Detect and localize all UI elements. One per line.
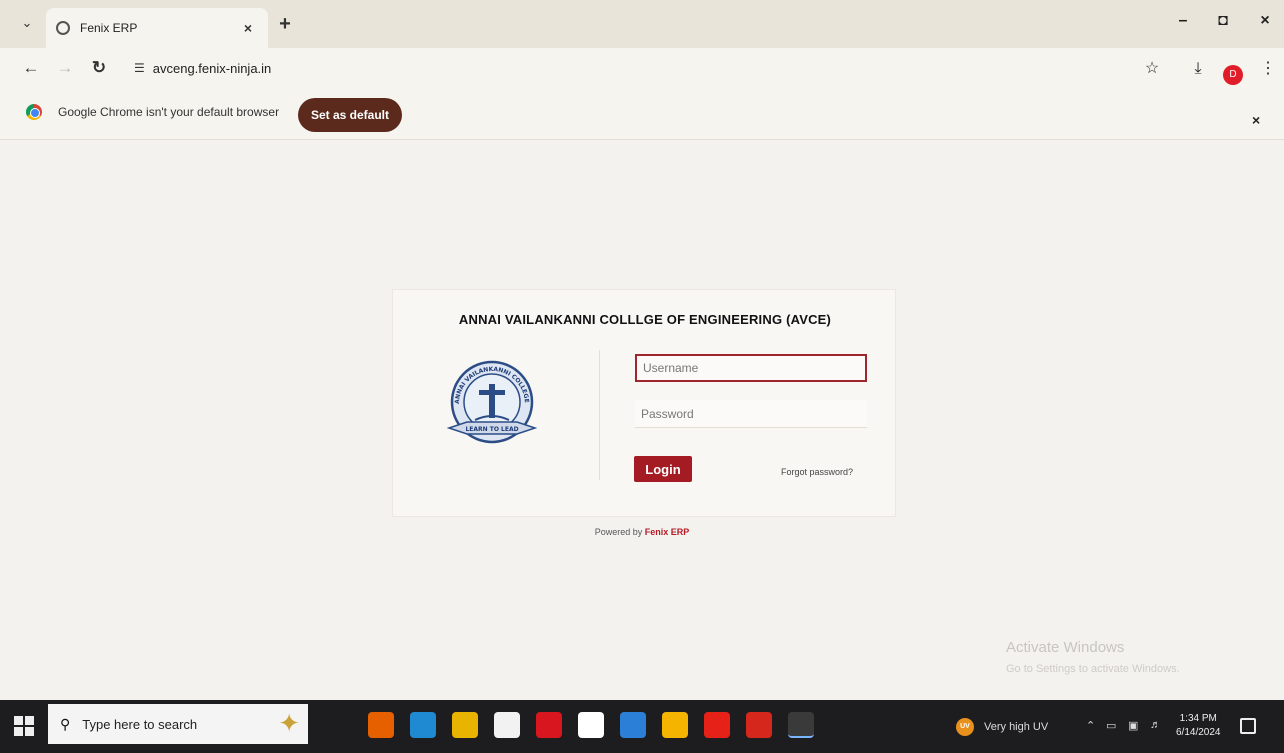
taskbar-youtube-icon[interactable] xyxy=(704,712,730,738)
tab-title: Fenix ERP xyxy=(80,21,138,35)
college-seal-logo: ANNAI VAILANKANNI COLLEGE OF ENGINEERING… xyxy=(445,358,538,444)
weather-uv-icon[interactable]: UV xyxy=(956,718,974,736)
taskbar-notepad-icon[interactable] xyxy=(578,712,604,738)
infobar-close-icon[interactable]: × xyxy=(1252,112,1260,128)
powered-by: Powered by Fenix ERP xyxy=(0,527,1284,537)
set-as-default-button[interactable]: Set as default xyxy=(298,98,402,132)
new-tab-button[interactable]: + xyxy=(274,13,296,35)
minimize-button[interactable]: – xyxy=(1168,12,1198,30)
taskbar-edge-icon[interactable] xyxy=(410,712,436,738)
infobar-message: Google Chrome isn't your default browser xyxy=(58,105,280,119)
page-content: ANNAI VAILANKANNI COLLLGE OF ENGINEERING… xyxy=(0,141,1284,700)
password-input[interactable] xyxy=(635,400,867,428)
taskbar-firefox-icon[interactable] xyxy=(368,712,394,738)
taskbar-task-view-icon[interactable] xyxy=(326,712,352,738)
taskbar-chrome-active-icon[interactable] xyxy=(788,712,814,738)
tab-close-icon[interactable]: × xyxy=(238,20,258,36)
seal-motto: LEARN TO LEAD xyxy=(465,426,518,433)
taskbar-chrome-icon[interactable] xyxy=(662,712,688,738)
taskbar-store-icon[interactable] xyxy=(494,712,520,738)
forward-arrow-icon[interactable]: → xyxy=(52,55,78,81)
forgot-password-link[interactable]: Forgot password? xyxy=(781,467,853,477)
volume-icon[interactable]: ♬ xyxy=(1150,719,1161,731)
browser-tabstrip: ⌄ Fenix ERP × + – ◘ × xyxy=(0,0,1284,48)
activate-windows-subtitle: Go to Settings to activate Windows. xyxy=(1006,663,1180,675)
college-name: ANNAI VAILANKANNI COLLLGE OF ENGINEERING… xyxy=(458,312,832,327)
login-button[interactable]: Login xyxy=(634,456,692,482)
profile-avatar[interactable]: D xyxy=(1223,65,1243,85)
divider xyxy=(599,350,600,480)
weather-text[interactable]: Very high UV xyxy=(984,721,1048,733)
clock-time: 1:34 PM xyxy=(1179,713,1217,724)
taskbar-opera-icon[interactable] xyxy=(536,712,562,738)
network-icon[interactable]: ▣ xyxy=(1128,719,1138,732)
address-url[interactable]: avceng.fenix-ninja.in xyxy=(153,61,272,76)
start-windows-icon[interactable] xyxy=(14,716,34,736)
site-info-icon[interactable]: ☰ xyxy=(134,61,145,75)
chrome-logo-icon xyxy=(26,104,42,120)
username-input[interactable] xyxy=(635,354,867,382)
maximize-button[interactable]: ◘ xyxy=(1208,12,1238,30)
address-bar[interactable]: ☰ avceng.fenix-ninja.in xyxy=(124,54,1124,82)
tray-chevron-icon[interactable]: ⌃ xyxy=(1086,719,1095,732)
search-icon: ⚲ xyxy=(60,715,71,732)
taskbar-search-box[interactable]: ⚲ Type here to search ✦ xyxy=(48,704,308,744)
taskbar-clock[interactable]: 1:34 PM 6/14/2024 xyxy=(1176,712,1221,740)
download-icon[interactable]: ⤓ xyxy=(1186,57,1210,81)
taskbar-app-red-icon[interactable] xyxy=(746,712,772,738)
powered-prefix: Powered by xyxy=(594,527,645,537)
login-card: ANNAI VAILANKANNI COLLLGE OF ENGINEERING… xyxy=(392,289,896,517)
tab-search-chevron-icon[interactable]: ⌄ xyxy=(14,10,40,36)
notification-center-icon[interactable] xyxy=(1240,718,1256,734)
browser-toolbar: ← → ↻ ☰ avceng.fenix-ninja.in ☆ ⤓ ⋮ xyxy=(0,48,1284,88)
windows-taskbar: ⚲ Type here to search ✦ UV Very high UV … xyxy=(0,700,1284,753)
search-highlight-corn-icon: ✦ xyxy=(278,708,300,738)
back-arrow-icon[interactable]: ← xyxy=(18,55,44,81)
activate-windows-title: Activate Windows xyxy=(1006,639,1125,656)
taskbar-mail-icon[interactable] xyxy=(620,712,646,738)
tab-favicon-icon xyxy=(56,21,70,35)
menu-kebab-icon[interactable]: ⋮ xyxy=(1256,57,1280,81)
powered-brand-link[interactable]: Fenix ERP xyxy=(645,527,690,537)
reload-icon[interactable]: ↻ xyxy=(86,55,112,81)
default-browser-infobar: Google Chrome isn't your default browser… xyxy=(0,88,1284,140)
taskbar-file-explorer-icon[interactable] xyxy=(452,712,478,738)
bookmark-star-icon[interactable]: ☆ xyxy=(1140,57,1164,81)
battery-icon[interactable]: ▭ xyxy=(1106,719,1116,732)
clock-date: 6/14/2024 xyxy=(1176,727,1221,738)
taskbar-search-placeholder: Type here to search xyxy=(82,716,198,732)
window-close-button[interactable]: × xyxy=(1250,12,1280,30)
tab-fenix-erp[interactable]: Fenix ERP × xyxy=(46,8,268,48)
